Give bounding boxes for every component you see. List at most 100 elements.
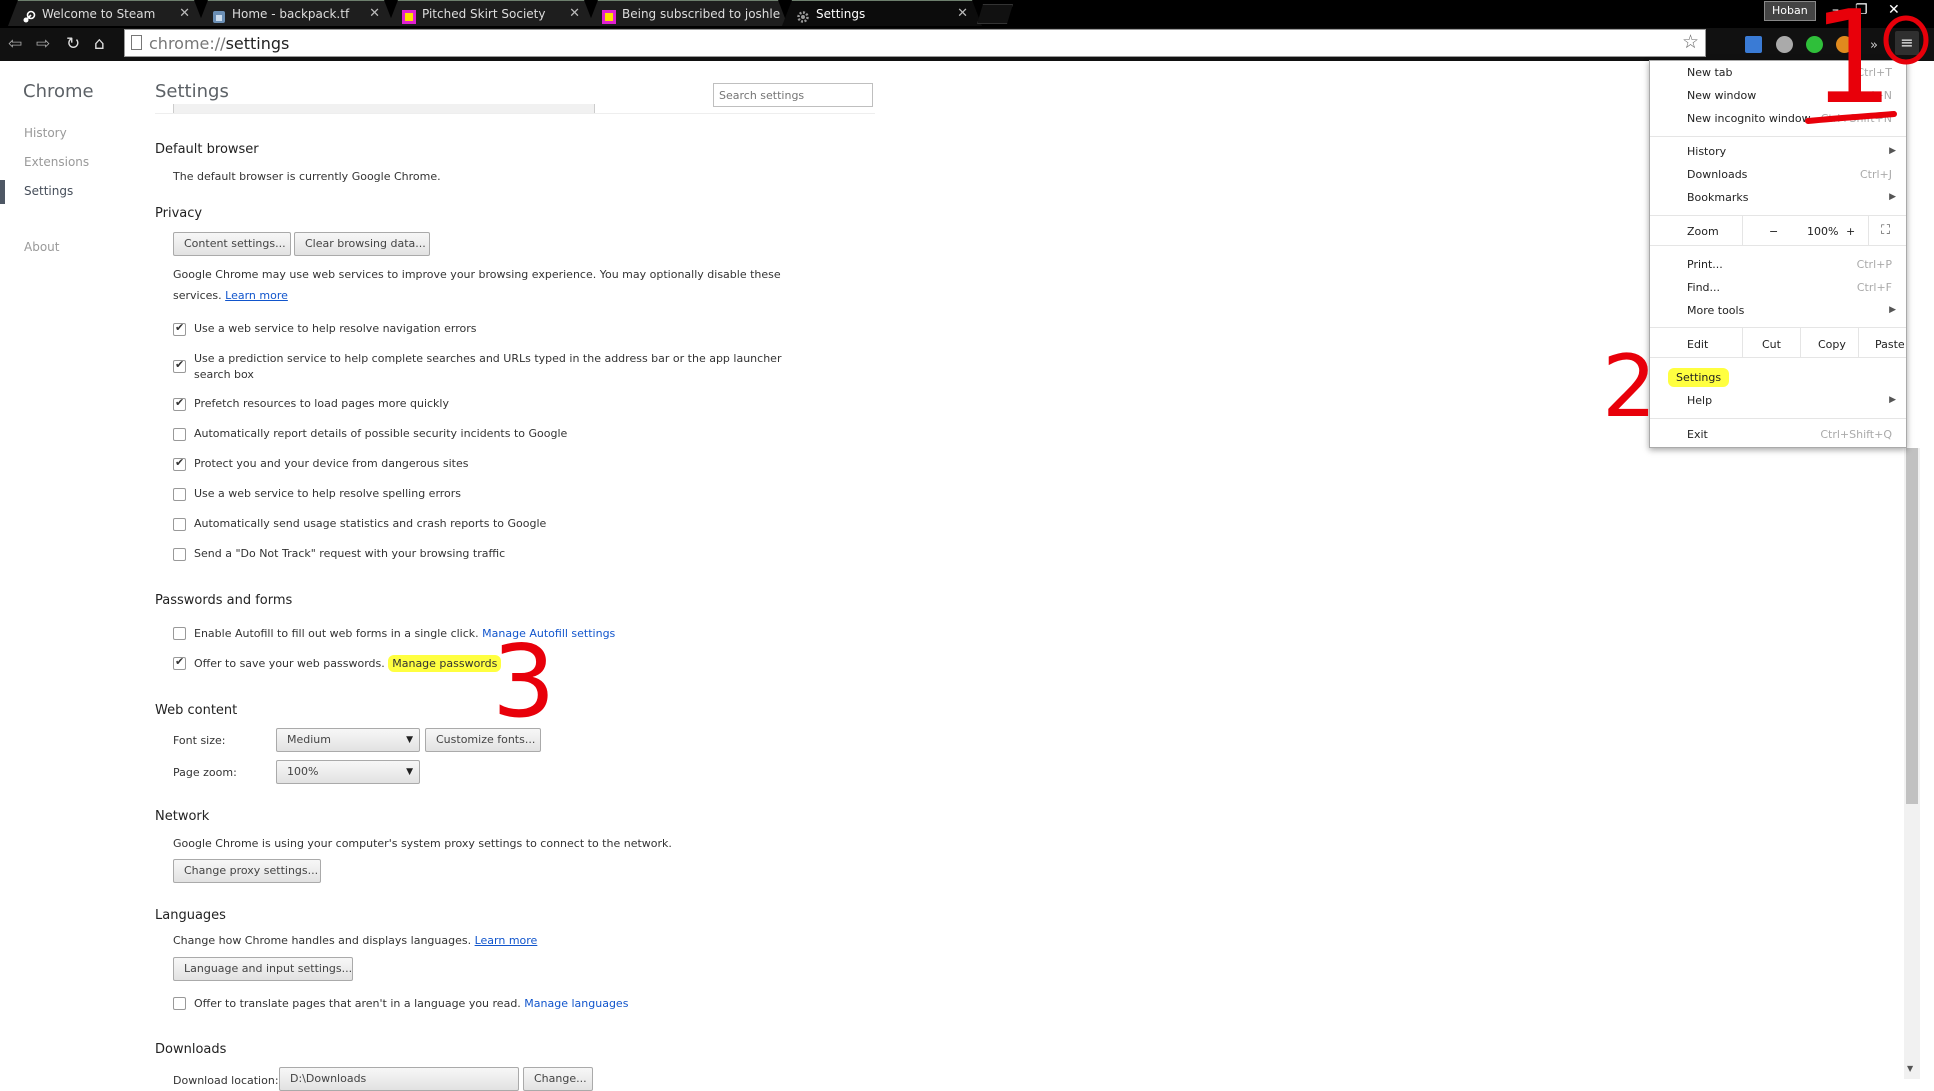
back-arrow-icon[interactable]: ⇦ (8, 33, 22, 55)
nav-selected-marker (0, 180, 5, 204)
checkbox-usage-statistics[interactable] (173, 518, 186, 531)
zoom-level: 100% (1807, 225, 1839, 238)
submenu-arrow-icon: ▶ (1889, 395, 1896, 405)
menu-copy[interactable]: Copy (1818, 338, 1846, 351)
tab-backpack[interactable]: Home - backpack.tf ✕ (198, 0, 394, 26)
reload-icon[interactable]: ↻ (66, 33, 80, 55)
menu-edit-label: Edit (1687, 338, 1709, 351)
header-divider (155, 113, 875, 114)
submenu-arrow-icon: ▶ (1889, 192, 1896, 202)
checkbox-security-incidents[interactable] (173, 428, 186, 441)
menu-downloads[interactable]: Downloads (1687, 168, 1747, 181)
close-icon[interactable]: ✕ (369, 1, 380, 26)
profile-button[interactable]: Hoban (1764, 1, 1816, 21)
scrollbar-thumb[interactable] (1906, 448, 1918, 804)
checkbox-do-not-track[interactable] (173, 548, 186, 561)
menu-cut[interactable]: Cut (1762, 338, 1781, 351)
web-content-heading: Web content (155, 703, 238, 718)
download-location-field[interactable]: D:\Downloads (279, 1067, 519, 1091)
manage-passwords-link[interactable]: Manage passwords (388, 655, 502, 672)
menu-zoom-label: Zoom (1687, 225, 1719, 238)
change-download-location-button[interactable]: Change... (523, 1067, 593, 1091)
clear-browsing-data-button[interactable]: Clear browsing data... (294, 232, 430, 256)
checkbox-spelling[interactable] (173, 488, 186, 501)
menu-exit[interactable]: Exit (1687, 428, 1708, 441)
home-icon[interactable]: ⌂ (94, 33, 105, 55)
checkbox-prediction-service[interactable] (173, 358, 186, 373)
close-icon[interactable]: ✕ (957, 1, 968, 26)
address-bar[interactable]: chrome://settings ☆ (124, 29, 1706, 57)
menu-new-tab[interactable]: New tab (1687, 66, 1733, 79)
menu-paste[interactable]: Paste (1875, 338, 1905, 351)
checkbox-prefetch[interactable] (173, 396, 186, 411)
extension-icon[interactable] (1776, 36, 1793, 53)
menu-settings[interactable]: Settings (1668, 368, 1730, 387)
group-icon (602, 7, 616, 21)
hamburger-menu-icon[interactable]: ≡ (1895, 31, 1919, 55)
nav-about[interactable]: About (24, 240, 59, 254)
close-icon[interactable]: ✕ (569, 1, 580, 26)
menu-new-incognito-window[interactable]: New incognito window (1687, 112, 1811, 125)
scroll-down-icon[interactable]: ▼ (1907, 1064, 1913, 1073)
new-tab-button[interactable] (977, 4, 1013, 24)
default-browser-text: The default browser is currently Google … (173, 170, 441, 183)
submenu-arrow-icon: ▶ (1889, 146, 1896, 156)
privacy-description-line2: services. Learn more (173, 289, 288, 302)
downloads-heading: Downloads (155, 1042, 227, 1057)
tab-title: Settings (816, 7, 866, 21)
fullscreen-icon[interactable]: ⛶ (1881, 223, 1890, 238)
page-zoom-select[interactable]: 100% ▼ (276, 760, 420, 784)
option-label: Send a "Do Not Track" request with your … (194, 547, 506, 560)
step-1-annotation: 1 (1812, 0, 1894, 133)
menu-more-tools[interactable]: More tools (1687, 304, 1744, 317)
languages-learn-more-link[interactable]: Learn more (475, 934, 538, 947)
checkbox-dangerous-sites[interactable] (173, 456, 186, 471)
checkbox-autofill[interactable] (173, 627, 186, 640)
language-input-settings-button[interactable]: Language and input settings... (173, 957, 353, 981)
privacy-learn-more-link[interactable]: Learn more (225, 289, 288, 302)
font-size-select[interactable]: Medium ▼ (276, 728, 420, 752)
manage-languages-link[interactable]: Manage languages (524, 997, 628, 1010)
menu-history[interactable]: History (1687, 145, 1726, 158)
steam-icon (22, 7, 36, 21)
default-browser-heading: Default browser (155, 142, 259, 157)
page-title: Settings (155, 81, 229, 102)
page-zoom-label: Page zoom: (173, 766, 237, 779)
checkbox-save-passwords[interactable] (173, 655, 186, 670)
tab-settings[interactable]: Settings ✕ (782, 0, 982, 26)
option-label-line2: search box (194, 368, 254, 381)
menu-new-window[interactable]: New window (1687, 89, 1756, 102)
close-icon[interactable]: ✕ (179, 1, 190, 26)
nav-extensions[interactable]: Extensions (24, 155, 89, 169)
menu-divider (1742, 327, 1743, 357)
menu-find[interactable]: Find... (1687, 281, 1720, 294)
nav-history[interactable]: History (24, 126, 67, 140)
network-heading: Network (155, 809, 210, 824)
content-settings-button[interactable]: Content settings... (173, 232, 291, 256)
brand-title: Chrome (23, 81, 94, 102)
zoom-out-button[interactable]: − (1769, 225, 1778, 238)
menu-divider (1650, 136, 1906, 137)
menu-help[interactable]: Help (1687, 394, 1712, 407)
tab-welcome-to-steam[interactable]: Welcome to Steam ✕ (8, 0, 204, 26)
bookmark-star-icon[interactable]: ☆ (1682, 31, 1699, 53)
tab-strip: Welcome to Steam ✕ Home - backpack.tf ✕ … (0, 0, 1934, 28)
zoom-in-button[interactable]: + (1846, 225, 1855, 238)
change-proxy-button[interactable]: Change proxy settings... (173, 859, 321, 883)
nav-settings[interactable]: Settings (24, 184, 73, 198)
menu-divider (1742, 215, 1743, 245)
menu-print[interactable]: Print... (1687, 258, 1723, 271)
tab-pitched-skirt-society[interactable]: Pitched Skirt Society ✕ (388, 0, 594, 26)
tab-being-subscribed[interactable]: Being subscribed to joshle (588, 0, 788, 26)
annotation-overlay (1805, 15, 1929, 124)
checkbox-translate[interactable] (173, 997, 186, 1010)
checkbox-navigation-errors[interactable] (173, 321, 186, 336)
page-zoom-value: 100% (287, 765, 319, 778)
forward-arrow-icon[interactable]: ⇨ (36, 33, 50, 55)
mail-extension-icon[interactable] (1745, 36, 1762, 53)
url-text: chrome://settings (149, 34, 290, 53)
menu-bookmarks[interactable]: Bookmarks (1687, 191, 1748, 204)
gear-icon (796, 7, 810, 21)
backpack-icon (212, 7, 226, 21)
search-input[interactable] (713, 83, 873, 107)
